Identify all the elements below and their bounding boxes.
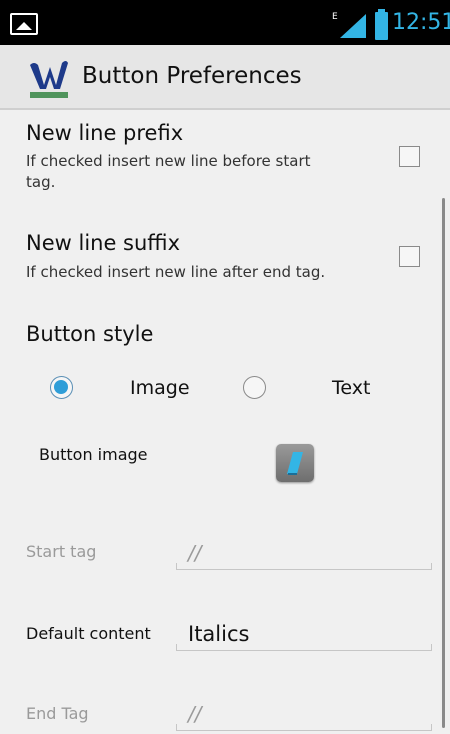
pref-title: New line prefix bbox=[26, 121, 184, 145]
pref-summary-continued: tag. bbox=[26, 173, 56, 191]
button-image-label: Button image bbox=[39, 445, 148, 464]
radio-text[interactable] bbox=[243, 376, 266, 399]
scrollbar[interactable] bbox=[442, 198, 445, 728]
action-bar: Button Preferences bbox=[0, 45, 450, 110]
end-tag-label: End Tag bbox=[26, 704, 89, 723]
signal-icon: E bbox=[332, 12, 366, 38]
button-style-heading: Button style bbox=[26, 322, 154, 346]
pref-title: New line suffix bbox=[26, 231, 181, 255]
battery-icon bbox=[375, 9, 388, 40]
page-title: Button Preferences bbox=[82, 63, 302, 89]
wordedit-logo-icon[interactable] bbox=[26, 55, 72, 101]
radio-image[interactable] bbox=[50, 376, 73, 399]
italic-icon bbox=[287, 452, 303, 475]
network-type-label: E bbox=[332, 12, 338, 22]
start-tag-label: Start tag bbox=[26, 542, 97, 561]
start-tag-placeholder: // bbox=[188, 541, 202, 565]
clock: 12:51 bbox=[392, 10, 450, 35]
end-tag-input[interactable]: // bbox=[176, 699, 432, 731]
pref-summary: If checked insert new line before start bbox=[26, 152, 311, 170]
radio-text-label[interactable]: Text bbox=[332, 376, 370, 400]
default-content-label: Default content bbox=[26, 624, 151, 643]
new-line-suffix-checkbox[interactable] bbox=[399, 246, 420, 267]
pref-summary: If checked insert new line after end tag… bbox=[26, 263, 326, 281]
end-tag-placeholder: // bbox=[188, 702, 202, 726]
default-content-input[interactable]: Italics bbox=[176, 619, 432, 651]
image-notification-icon bbox=[10, 13, 38, 35]
button-image-picker[interactable] bbox=[276, 444, 314, 482]
new-line-prefix-checkbox[interactable] bbox=[399, 146, 420, 167]
status-bar: E 12:51 bbox=[0, 0, 450, 45]
radio-image-label[interactable]: Image bbox=[130, 376, 190, 400]
start-tag-input[interactable]: // bbox=[176, 538, 432, 570]
default-content-value: Italics bbox=[188, 622, 250, 646]
